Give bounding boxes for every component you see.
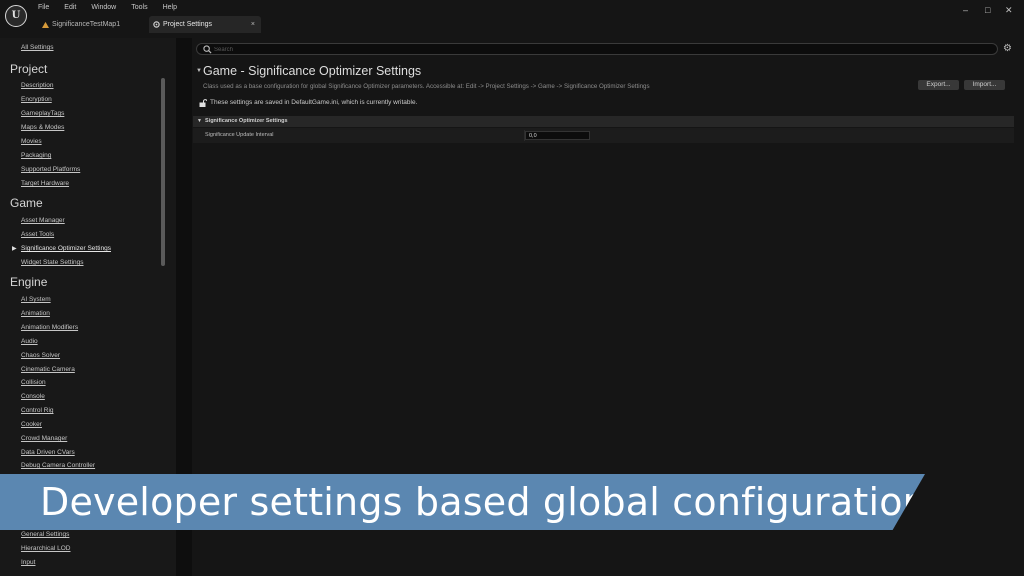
- sidebar-item-encryption[interactable]: Encryption: [21, 96, 52, 103]
- sidebar-item-data-driven-cvars[interactable]: Data Driven CVars: [21, 449, 75, 456]
- property-label: Significance Update Interval: [205, 132, 274, 138]
- significance-update-interval-input[interactable]: [525, 131, 590, 140]
- sidebar-item-animation-modifiers[interactable]: Animation Modifiers: [21, 324, 78, 331]
- title-bar: U File Edit Window Tools Help Significan…: [0, 0, 1024, 38]
- sidebar-item-control-rig[interactable]: Control Rig: [21, 407, 54, 414]
- menu-edit[interactable]: Edit: [64, 3, 76, 13]
- sidebar-heading-project: Project: [10, 62, 48, 76]
- sidebar-item-significance-optimizer-settings[interactable]: Significance Optimizer Settings: [21, 245, 111, 252]
- sidebar-item-crowd-manager[interactable]: Crowd Manager: [21, 435, 67, 442]
- menu-help[interactable]: Help: [163, 3, 177, 13]
- property-row: Significance Update Interval: [193, 128, 1014, 143]
- sidebar-heading-game: Game: [10, 196, 43, 210]
- section-header[interactable]: ▼ Significance Optimizer Settings: [193, 116, 1014, 127]
- selected-arrow-icon: ▶: [12, 246, 17, 252]
- sidebar-scrollbar[interactable]: [161, 78, 165, 266]
- unlock-icon: [199, 99, 207, 107]
- caption-text: Developer settings based global configur…: [40, 480, 927, 524]
- page-description: Class used as a base configuration for g…: [203, 83, 650, 90]
- tab-level-map[interactable]: SignificanceTestMap1: [38, 16, 142, 33]
- sidebar-item-audio[interactable]: Audio: [21, 338, 38, 345]
- sidebar-item-chaos-solver[interactable]: Chaos Solver: [21, 352, 60, 359]
- collapse-arrow-icon[interactable]: ▼: [196, 68, 202, 74]
- sidebar-item-cinematic-camera[interactable]: Cinematic Camera: [21, 366, 75, 373]
- sidebar-item-hierarchical-lod[interactable]: Hierarchical LOD: [21, 545, 71, 552]
- sidebar-item-gameplaytags[interactable]: GameplayTags: [21, 110, 64, 117]
- sidebar-item-cooker[interactable]: Cooker: [21, 421, 42, 428]
- search-icon: [203, 45, 212, 54]
- sidebar-item-all-settings[interactable]: All Settings: [21, 44, 54, 51]
- tab-project-settings[interactable]: Project Settings ×: [149, 16, 261, 33]
- maximize-icon[interactable]: □: [985, 5, 990, 15]
- page-title: Game - Significance Optimizer Settings: [203, 64, 422, 78]
- sidebar-item-input[interactable]: Input: [21, 559, 35, 566]
- sidebar-item-target-hardware[interactable]: Target Hardware: [21, 180, 69, 187]
- sidebar-item-description[interactable]: Description: [21, 82, 54, 89]
- menu-window[interactable]: Window: [91, 3, 116, 13]
- window-close-icon[interactable]: ✕: [1005, 5, 1013, 16]
- section-collapse-icon[interactable]: ▼: [197, 118, 202, 124]
- tab-level-map-label: SignificanceTestMap1: [52, 21, 121, 28]
- settings-tab-icon: [153, 21, 160, 28]
- import-button[interactable]: Import...: [964, 80, 1005, 90]
- sidebar-item-movies[interactable]: Movies: [21, 138, 42, 145]
- tab-project-settings-label: Project Settings: [163, 21, 213, 28]
- menu-file[interactable]: File: [38, 3, 49, 13]
- sidebar-item-supported-platforms[interactable]: Supported Platforms: [21, 166, 80, 173]
- sidebar-item-debug-camera-controller[interactable]: Debug Camera Controller: [21, 462, 95, 469]
- sidebar-item-ai-system[interactable]: AI System: [21, 296, 51, 303]
- minimize-icon[interactable]: –: [963, 5, 968, 15]
- sidebar-item-packaging[interactable]: Packaging: [21, 152, 51, 159]
- sidebar-item-widget-state-settings[interactable]: Widget State Settings: [21, 259, 84, 266]
- export-button[interactable]: Export...: [918, 80, 959, 90]
- sidebar-item-general-settings[interactable]: General Settings: [21, 531, 69, 538]
- unreal-logo-icon[interactable]: U: [5, 5, 27, 27]
- close-tab-icon[interactable]: ×: [251, 16, 255, 33]
- sidebar-heading-engine: Engine: [10, 275, 48, 289]
- sidebar-item-animation[interactable]: Animation: [21, 310, 50, 317]
- sidebar-item-maps-modes[interactable]: Maps & Modes: [21, 124, 64, 131]
- sidebar-item-collision[interactable]: Collision: [21, 379, 46, 386]
- sidebar-item-console[interactable]: Console: [21, 393, 45, 400]
- caption-banner: Developer settings based global configur…: [0, 474, 925, 530]
- search-box[interactable]: [196, 43, 998, 55]
- section-title: Significance Optimizer Settings: [205, 118, 288, 124]
- sidebar-item-asset-tools[interactable]: Asset Tools: [21, 231, 54, 238]
- config-saved-note: These settings are saved in DefaultGame.…: [210, 99, 418, 106]
- menu-tools[interactable]: Tools: [131, 3, 147, 13]
- level-map-icon: [42, 21, 49, 28]
- search-input[interactable]: [214, 45, 984, 54]
- gear-icon[interactable]: ⚙: [1003, 44, 1012, 54]
- sidebar-item-asset-manager[interactable]: Asset Manager: [21, 217, 65, 224]
- menu-bar: File Edit Window Tools Help: [38, 3, 192, 13]
